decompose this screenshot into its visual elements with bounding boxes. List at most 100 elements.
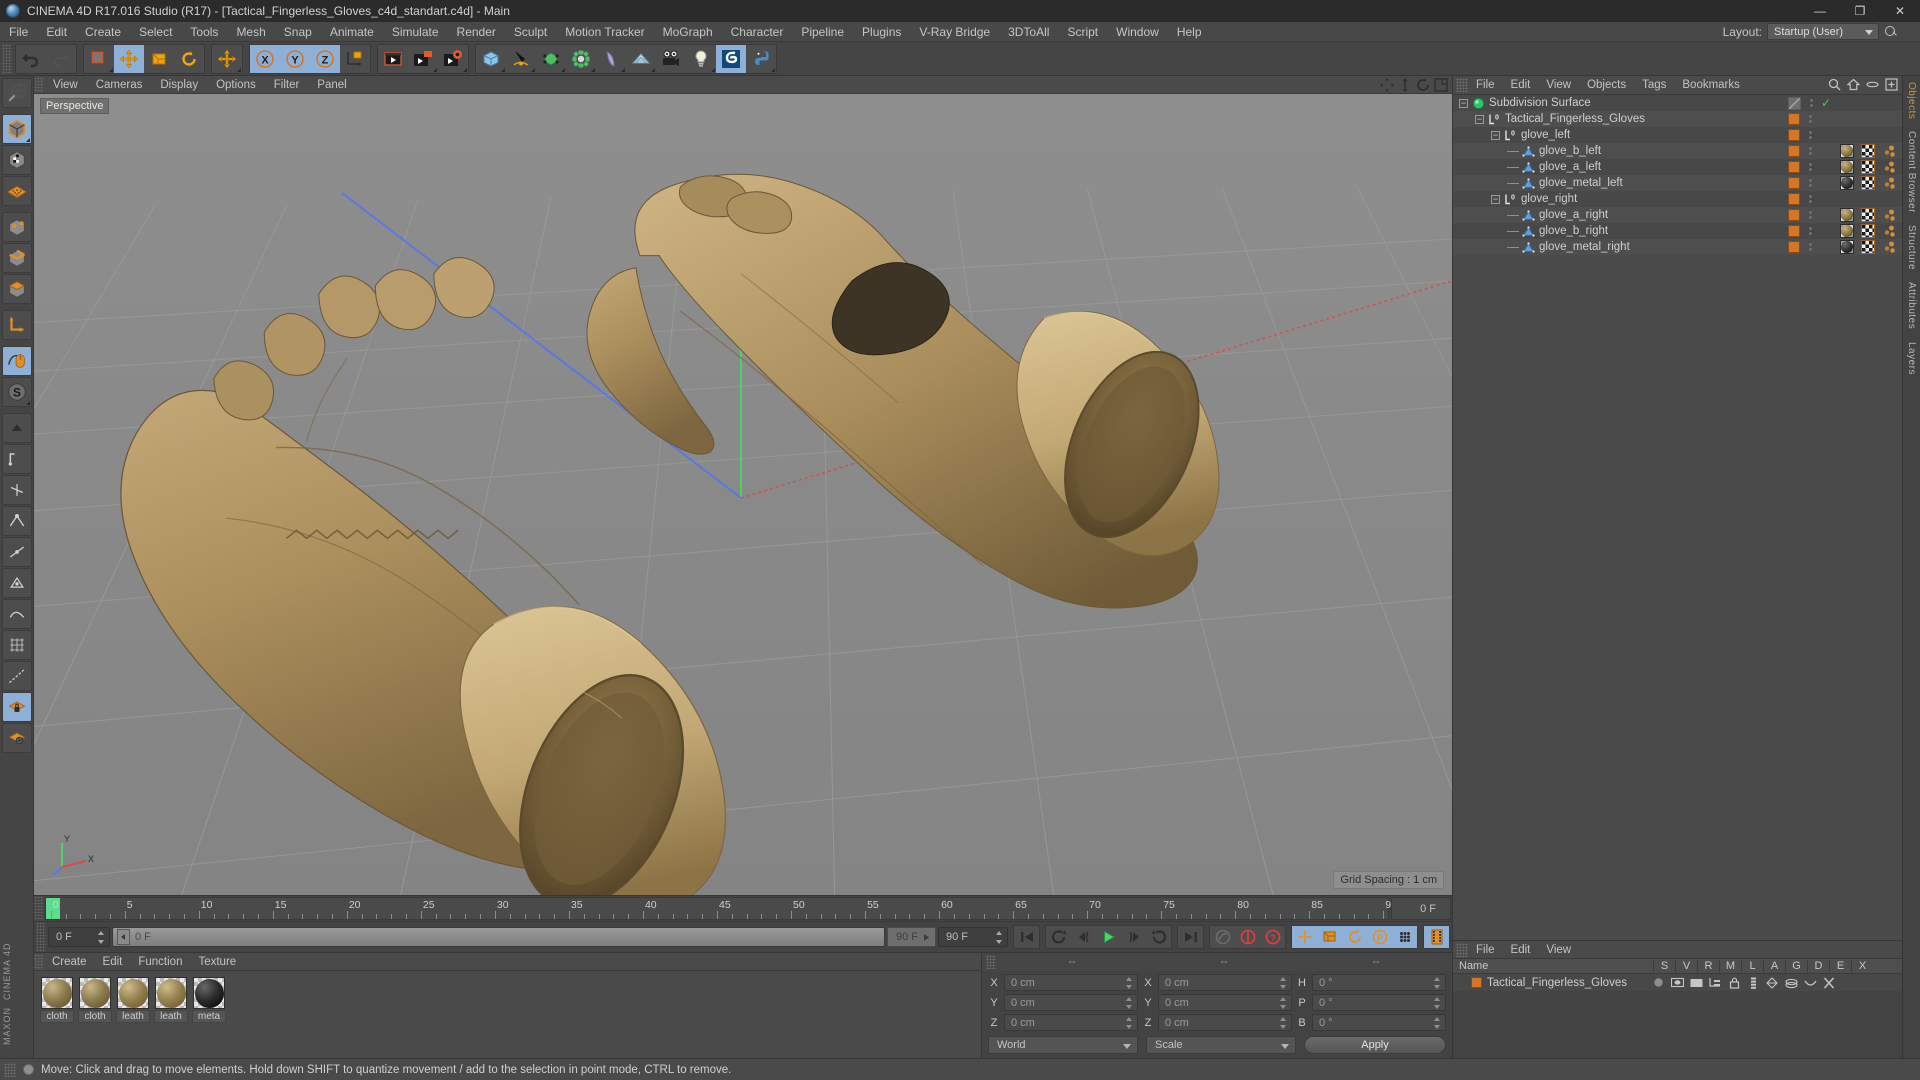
menu-item-mograph[interactable]: MoGraph (654, 22, 722, 42)
toggle-layout-icon[interactable] (1433, 77, 1448, 92)
menu-item-character[interactable]: Character (722, 22, 793, 42)
coord-rotation-h-field[interactable]: 0 ° (1312, 974, 1446, 991)
go-to-previous-frame-button[interactable] (1071, 926, 1096, 948)
object-tree-row[interactable]: − 0 glove_left (1453, 127, 1902, 143)
render-view-icon[interactable] (1, 78, 32, 108)
material-item[interactable]: leath (116, 977, 150, 1023)
layer-color-swatch[interactable] (1788, 113, 1800, 125)
vertical-tab-attributes[interactable]: Attributes (1906, 276, 1917, 335)
workplane-settings-icon[interactable] (1, 723, 32, 753)
solo-icon[interactable] (1651, 977, 1666, 988)
layer-menu-item-view[interactable]: View (1538, 941, 1579, 959)
expand-icon[interactable] (1885, 78, 1898, 94)
material-menu-item-texture[interactable]: Texture (190, 953, 244, 971)
viewport-menu-item-cameras[interactable]: Cameras (87, 76, 152, 94)
layer-menu-item-edit[interactable]: Edit (1503, 941, 1539, 959)
cube-primitive-icon[interactable] (476, 45, 506, 73)
menu-item-3dtoall[interactable]: 3DToAll (999, 22, 1058, 42)
layout-dropdown[interactable]: Startup (User) (1767, 23, 1879, 40)
object-menu-item-tags[interactable]: Tags (1634, 76, 1674, 95)
scale-key-button[interactable] (1317, 926, 1342, 948)
vertical-tab-layers[interactable]: Layers (1906, 336, 1917, 381)
timeline-end-field[interactable]: 0 F (1391, 897, 1451, 920)
coord-position-x-field[interactable]: 0 cm (1004, 974, 1138, 991)
rotate-tool-icon[interactable] (174, 45, 204, 73)
layer-color-swatch[interactable] (1788, 193, 1800, 205)
playbar-grip[interactable] (36, 922, 46, 952)
phong-tag-icon[interactable] (1881, 176, 1896, 190)
end-frame-field[interactable]: 90 F (938, 927, 1008, 947)
menu-item-mesh[interactable]: Mesh (227, 22, 274, 42)
object-menu-item-file[interactable]: File (1468, 76, 1503, 95)
layer-column-s[interactable]: S (1653, 960, 1675, 972)
generator-icon[interactable] (536, 45, 566, 73)
snap-guide-icon[interactable] (1, 661, 32, 691)
menu-item-create[interactable]: Create (76, 22, 130, 42)
view-icon[interactable] (1670, 977, 1685, 988)
expand-collapse-icon[interactable]: − (1491, 130, 1500, 140)
animation-mode-button[interactable] (1424, 926, 1449, 948)
render-settings-icon[interactable] (438, 45, 468, 73)
uvw-tag-icon[interactable] (1860, 176, 1875, 190)
vray-icon[interactable] (716, 44, 746, 73)
visibility-dots-icon[interactable] (1805, 144, 1815, 158)
lock-icon[interactable] (1727, 977, 1742, 989)
keyframe-selection-button[interactable]: ? (1260, 926, 1285, 948)
layer-column-g[interactable]: G (1785, 960, 1807, 972)
current-frame-field[interactable]: 0 F (48, 927, 110, 947)
render-icon[interactable] (1689, 977, 1704, 988)
object-tree-row[interactable]: − Subdivision Surface ✓ (1453, 95, 1902, 111)
spline-pen-icon[interactable] (506, 45, 536, 73)
viewport-menu-item-filter[interactable]: Filter (265, 76, 309, 94)
perspective-viewport[interactable]: Perspective Y X Grid Spacing: 1 cm (34, 94, 1452, 895)
snap-spline-icon[interactable] (1, 599, 32, 629)
snap-vertex-icon[interactable] (1, 506, 32, 536)
phong-tag-icon[interactable] (1881, 160, 1896, 174)
material-menu-item-function[interactable]: Function (130, 953, 190, 971)
visibility-dots-icon[interactable] (1805, 240, 1815, 254)
light-icon[interactable] (686, 45, 716, 73)
menu-item-snap[interactable]: Snap (275, 22, 321, 42)
go-to-previous-key-button[interactable] (1046, 926, 1071, 948)
timeline-grip[interactable] (34, 896, 44, 921)
go-to-end-button[interactable] (1178, 926, 1203, 948)
visibility-dots-icon[interactable] (1805, 224, 1815, 238)
object-name[interactable]: glove_b_left (1539, 145, 1601, 157)
phong-tag-icon[interactable] (1881, 240, 1896, 254)
minimize-button[interactable]: — (1800, 0, 1840, 22)
menu-item-sculpt[interactable]: Sculpt (505, 22, 556, 42)
menu-item-edit[interactable]: Edit (37, 22, 76, 42)
menu-item-tools[interactable]: Tools (181, 22, 227, 42)
uvw-tag-icon[interactable] (1860, 240, 1875, 254)
layer-color-swatch[interactable] (1788, 161, 1800, 173)
record-active-objects-button[interactable] (1210, 926, 1235, 948)
scene-floor-icon[interactable] (626, 45, 656, 73)
visibility-icon[interactable] (1866, 78, 1879, 94)
render-region-icon[interactable] (408, 45, 438, 73)
selection-tool-icon[interactable] (84, 45, 114, 73)
stepper-icon[interactable] (1280, 997, 1287, 1009)
layer-column-d[interactable]: D (1807, 960, 1829, 972)
layer-column-x[interactable]: X (1851, 960, 1873, 972)
workplane-mode-icon[interactable] (1, 176, 32, 206)
go-to-next-frame-button[interactable] (1121, 926, 1146, 948)
menu-item-plugins[interactable]: Plugins (853, 22, 910, 42)
material-tag-icon[interactable] (1839, 240, 1854, 254)
material-item[interactable]: cloth (40, 977, 74, 1023)
uvw-tag-icon[interactable] (1860, 224, 1875, 238)
animation-icon[interactable] (1746, 977, 1761, 989)
layer-column-name[interactable]: Name (1453, 960, 1653, 972)
deformer-icon[interactable] (596, 45, 626, 73)
snap-edge-icon[interactable] (1, 537, 32, 567)
object-tree-row[interactable]: − 0 Tactical_Fingerless_Gloves (1453, 111, 1902, 127)
layer-column-l[interactable]: L (1741, 960, 1763, 972)
snap-up-icon[interactable] (1, 413, 32, 443)
toolbar-grip[interactable] (2, 43, 12, 74)
stepper-icon[interactable] (1280, 977, 1287, 989)
layer-column-r[interactable]: R (1697, 960, 1719, 972)
y-axis-lock-icon[interactable]: Y (280, 44, 310, 73)
rotate-view-icon[interactable] (1415, 77, 1430, 92)
menu-item-script[interactable]: Script (1058, 22, 1107, 42)
object-menu-item-edit[interactable]: Edit (1503, 76, 1539, 95)
go-to-start-button[interactable] (1014, 926, 1039, 948)
